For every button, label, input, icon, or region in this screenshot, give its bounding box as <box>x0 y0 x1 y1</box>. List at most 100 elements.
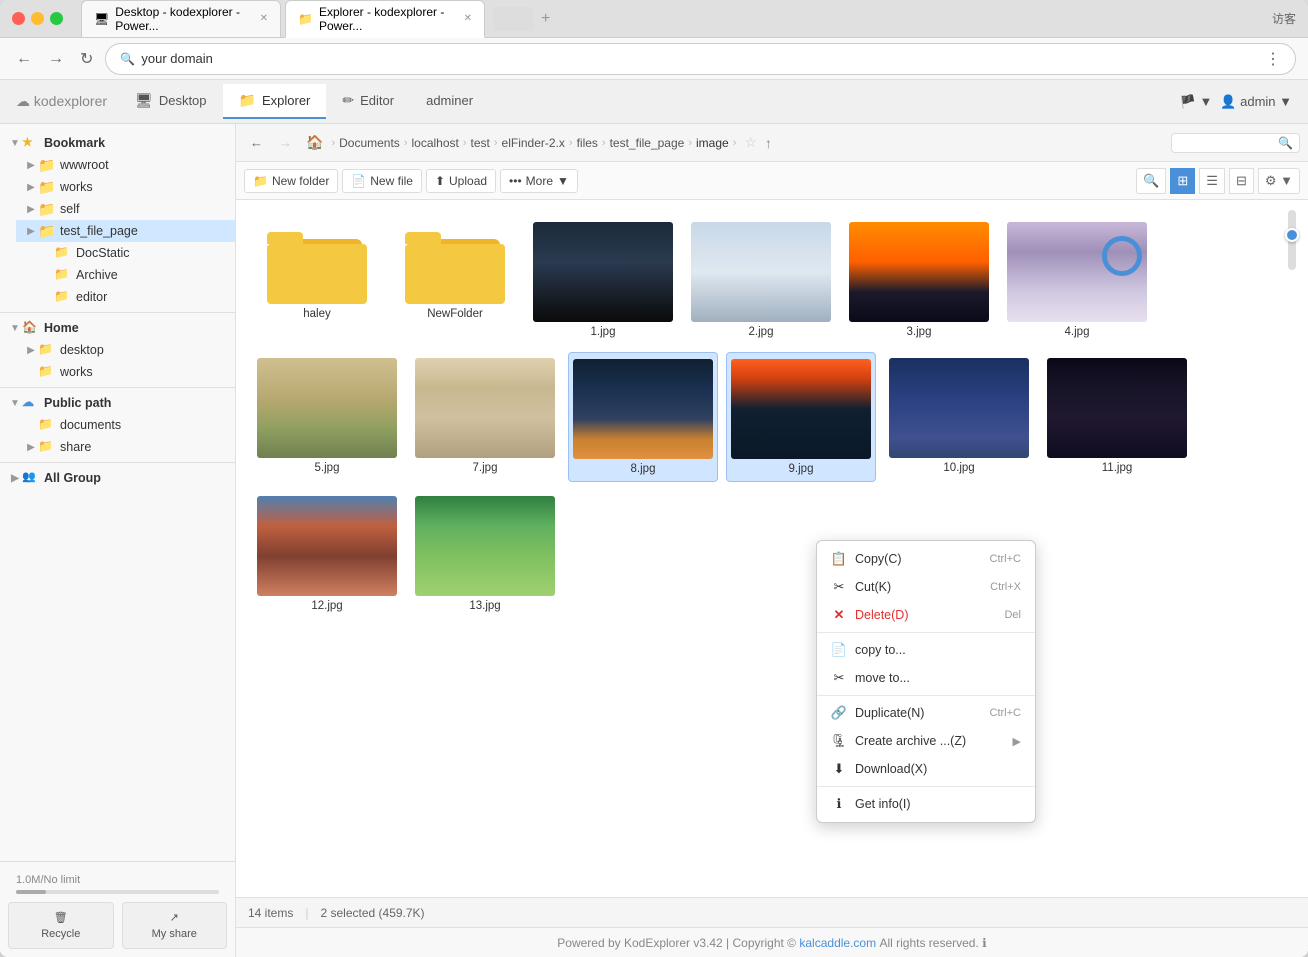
sidebar-item-share[interactable]: ▶ 📁 share <box>16 436 235 458</box>
zoom-slider[interactable] <box>1288 210 1296 270</box>
sidebar-item-archive[interactable]: 📁 Archive <box>32 264 235 286</box>
bc-item-test[interactable]: test <box>471 136 490 150</box>
bc-search-box[interactable]: 🔍 <box>1171 133 1300 153</box>
tab-close-explorer[interactable]: ✕ <box>464 13 472 24</box>
admin-user[interactable]: 👤 admin ▼ <box>1220 94 1292 110</box>
bc-item-documents[interactable]: Documents <box>339 136 400 150</box>
ctx-delete[interactable]: ✕ Delete(D) Del <box>817 601 1035 629</box>
file-item-10jpg[interactable]: 10.jpg <box>884 352 1034 482</box>
editor-toggle[interactable] <box>40 290 54 304</box>
self-toggle[interactable]: ▶ <box>24 202 38 216</box>
sidebar-section-public[interactable]: ▼ ☁ Public path <box>0 392 235 414</box>
url-menu-icon[interactable]: ⋮ <box>1265 49 1281 69</box>
upload-button[interactable]: ⬆ Upload <box>426 169 496 193</box>
ctx-duplicate[interactable]: 🔗 Duplicate(N) Ctrl+C <box>817 699 1035 727</box>
myshare-button[interactable]: ↗ My share <box>122 902 228 949</box>
allgroup-toggle[interactable]: ▶ <box>8 471 22 485</box>
ctx-download[interactable]: ⬇ Download(X) <box>817 755 1035 783</box>
file-item-5jpg[interactable]: 5.jpg <box>252 352 402 482</box>
recycle-button[interactable]: 🗑 Recycle <box>8 902 114 949</box>
new-file-button[interactable]: 📄 New file <box>342 169 422 193</box>
test-file-page-toggle[interactable]: ▶ <box>24 224 38 238</box>
bc-up-button[interactable]: ↑ <box>765 135 772 151</box>
new-folder-button[interactable]: 📁 New folder <box>244 169 338 193</box>
sidebar-item-desktop[interactable]: ▶ 📁 desktop <box>16 339 235 361</box>
file-item-2jpg[interactable]: 2.jpg <box>686 216 836 344</box>
file-item-11jpg[interactable]: 11.jpg <box>1042 352 1192 482</box>
file-item-9jpg[interactable]: 9.jpg <box>726 352 876 482</box>
public-toggle[interactable]: ▼ <box>8 396 22 410</box>
file-item-13jpg[interactable]: 13.jpg <box>410 490 560 618</box>
archive-toggle[interactable] <box>40 268 54 282</box>
bc-item-testfilepage[interactable]: test_file_page <box>610 136 685 150</box>
forward-button[interactable]: → <box>44 48 68 70</box>
sidebar-item-wwwroot[interactable]: ▶ 📁 wwwroot <box>16 154 235 176</box>
file-item-7jpg[interactable]: 7.jpg <box>410 352 560 482</box>
bc-search-input[interactable] <box>1178 136 1278 150</box>
bc-item-elfinder[interactable]: elFinder-2.x <box>502 136 565 150</box>
back-button[interactable]: ← <box>12 48 36 70</box>
tab-close-desktop[interactable]: ✕ <box>260 13 268 24</box>
footer-link[interactable]: kalcaddle.com <box>799 936 876 950</box>
settings-view-button[interactable]: ⚙ ▼ <box>1258 168 1300 194</box>
zoom-button[interactable]: 🔍 <box>1136 168 1166 194</box>
bc-item-localhost[interactable]: localhost <box>411 136 458 150</box>
browser-tab-explorer[interactable]: 📁 Explorer - kodexplorer - Power... ✕ <box>285 0 485 38</box>
docstatic-toggle[interactable] <box>40 246 54 260</box>
file-item-3jpg[interactable]: 3.jpg <box>844 216 994 344</box>
sidebar-section-home[interactable]: ▼ 🏠 Home <box>0 317 235 339</box>
url-bar[interactable]: 🔍 your domain ⋮ <box>105 43 1296 75</box>
footer-info-icon[interactable]: ℹ <box>982 936 987 950</box>
file-grid[interactable]: haley NewFolder 1.jpg <box>236 200 1308 634</box>
home-toggle[interactable]: ▼ <box>8 321 22 335</box>
bc-home-button[interactable]: 🏠 <box>302 134 327 151</box>
minimize-button[interactable] <box>31 12 44 25</box>
ctx-getinfo[interactable]: ℹ Get info(I) <box>817 790 1035 818</box>
sidebar-item-docstatic[interactable]: 📁 DocStatic <box>32 242 235 264</box>
refresh-button[interactable]: ↻ <box>76 47 97 71</box>
sidebar-item-documents[interactable]: 📁 documents <box>16 414 235 436</box>
tab-desktop[interactable]: 🖥 Desktop <box>119 84 222 119</box>
ctx-copy[interactable]: 📋 Copy(C) Ctrl+C <box>817 545 1035 573</box>
flag-icon[interactable]: 🏴 ▼ <box>1180 94 1213 110</box>
grid-view-button[interactable]: ⊞ <box>1170 168 1195 194</box>
wwwroot-toggle[interactable]: ▶ <box>24 158 38 172</box>
sidebar-section-allgroup[interactable]: ▶ 👥 All Group <box>0 467 235 489</box>
file-item-4jpg[interactable]: 4.jpg <box>1002 216 1152 344</box>
sidebar-section-bookmark[interactable]: ▼ ★ Bookmark <box>0 132 235 154</box>
bc-forward-button[interactable]: → <box>273 132 298 153</box>
sidebar-item-works[interactable]: ▶ 📁 works <box>16 176 235 198</box>
bc-bookmark-icon[interactable]: ☆ <box>744 134 757 151</box>
tab-editor[interactable]: ✏ Editor <box>326 84 410 119</box>
works-toggle[interactable]: ▶ <box>24 180 38 194</box>
more-button[interactable]: ••• More ▼ <box>500 169 578 193</box>
sidebar-item-works-home[interactable]: 📁 works <box>16 361 235 383</box>
bc-item-image[interactable]: image <box>696 136 729 150</box>
sidebar-item-self[interactable]: ▶ 📁 self <box>16 198 235 220</box>
tab-adminer[interactable]: adminer <box>410 85 489 118</box>
ctx-moveto[interactable]: ✂ move to... <box>817 664 1035 692</box>
sidebar-item-editor[interactable]: 📁 editor <box>32 286 235 308</box>
browser-tab-desktop[interactable]: 🖥 Desktop - kodexplorer - Power... ✕ <box>81 0 281 38</box>
maximize-button[interactable] <box>50 12 63 25</box>
ctx-copyto[interactable]: 📄 copy to... <box>817 636 1035 664</box>
sidebar-item-test-file-page[interactable]: ▶ 📁 test_file_page <box>16 220 235 242</box>
file-item-newfolder[interactable]: NewFolder <box>390 216 520 344</box>
bc-back-button[interactable]: ← <box>244 132 269 153</box>
columns-view-button[interactable]: ⊟ <box>1229 168 1254 194</box>
works-home-toggle[interactable] <box>24 365 38 379</box>
zoom-handle[interactable] <box>1285 228 1299 242</box>
tab-explorer[interactable]: 📁 Explorer <box>223 84 327 119</box>
bc-item-files[interactable]: files <box>577 136 598 150</box>
bookmark-toggle[interactable]: ▼ <box>8 136 22 150</box>
new-tab-button[interactable]: + <box>537 10 554 28</box>
documents-toggle[interactable] <box>24 418 38 432</box>
file-item-8jpg[interactable]: 8.jpg <box>568 352 718 482</box>
file-item-1jpg[interactable]: 1.jpg <box>528 216 678 344</box>
close-button[interactable] <box>12 12 25 25</box>
file-item-haley[interactable]: haley <box>252 216 382 344</box>
ctx-cut[interactable]: ✂ Cut(K) Ctrl+X <box>817 573 1035 601</box>
desktop-toggle[interactable]: ▶ <box>24 343 38 357</box>
ctx-archive[interactable]: 🗜 Create archive ...(Z) ▶ <box>817 727 1035 755</box>
list-view-button[interactable]: ☰ <box>1199 168 1225 194</box>
